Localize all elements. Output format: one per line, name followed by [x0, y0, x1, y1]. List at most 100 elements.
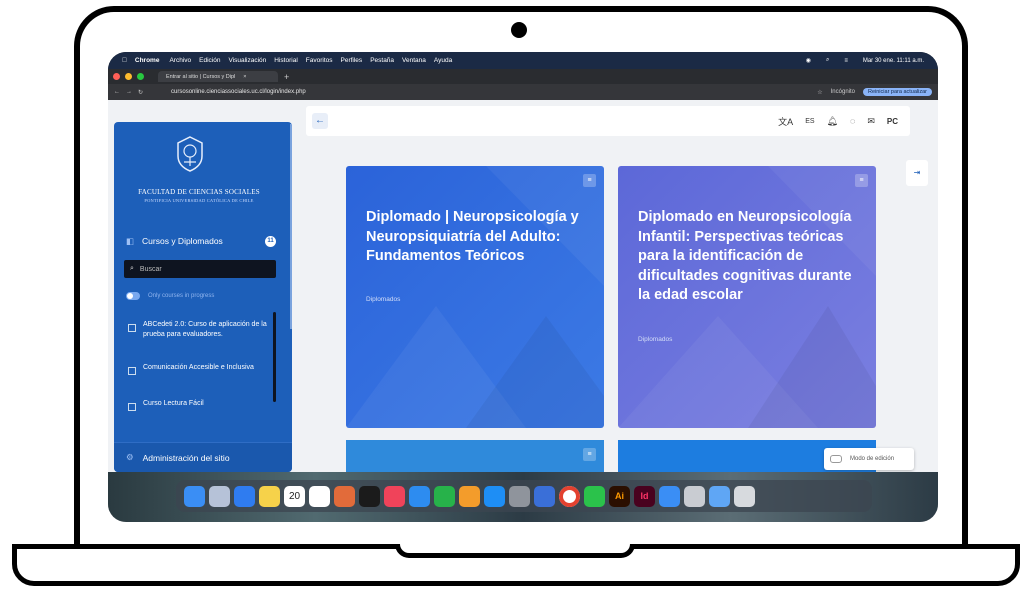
menu-visualizacion[interactable]: Visualización	[228, 57, 266, 64]
minimize-window-icon[interactable]	[125, 73, 132, 80]
toggle-label: Only courses in progress	[148, 293, 215, 299]
apple-icon[interactable]: 	[122, 57, 127, 64]
browser-toolbar: ← → ↻ cursosonline.cienciassociales.uc.c…	[108, 84, 938, 100]
mail-icon[interactable]: ✉	[867, 116, 875, 127]
browser-tab[interactable]: Entrar al sitio | Cursos y Dipl ×	[158, 71, 278, 82]
camera	[511, 22, 527, 38]
right-drawer-toggle[interactable]: ⇥	[906, 160, 928, 186]
mail-icon[interactable]	[234, 485, 255, 507]
menubar-clock[interactable]: Mar 30 ene. 11:11 a.m.	[863, 58, 924, 64]
chat-icon[interactable]: ◌	[850, 116, 855, 126]
back-icon[interactable]: ←	[114, 89, 120, 95]
card-menu-icon[interactable]: ≡	[583, 448, 596, 461]
bell-icon[interactable]: 🔔︎	[827, 116, 838, 127]
wifi-icon[interactable]: ◉	[806, 57, 811, 64]
menu-perfiles[interactable]: Perfiles	[341, 57, 363, 64]
url-field[interactable]: cursosonline.cienciassociales.uc.cl/logi…	[171, 89, 306, 95]
course-icon	[128, 403, 136, 411]
course-card[interactable]: ≡ Diplomado | Neuropsicología y Neuropsi…	[346, 166, 604, 428]
university-seal-icon	[177, 136, 203, 172]
in-progress-toggle[interactable]: Only courses in progress	[126, 290, 276, 302]
laptop-notch	[395, 544, 635, 558]
courses-section-title: Cursos y Diplomados	[142, 236, 223, 246]
course-card-title[interactable]: Diplomado en Neuropsicología Infantil: P…	[638, 208, 863, 306]
menu-ayuda[interactable]: Ayuda	[434, 57, 452, 64]
edit-mode-toggle[interactable]: Modo de edición	[824, 448, 914, 470]
collapse-sidebar-button[interactable]: ←	[312, 113, 328, 129]
appletv-icon[interactable]	[359, 485, 380, 507]
tab-title: Entrar al sitio | Cursos y Dipl	[166, 73, 236, 80]
sidebar-course-item[interactable]: Curso Lectura Fácil	[128, 399, 268, 411]
admin-label: Administración del sitio	[142, 452, 230, 463]
illustrator-icon[interactable]: Ai	[609, 485, 630, 507]
search-placeholder: Buscar	[139, 265, 162, 273]
close-window-icon[interactable]	[113, 73, 120, 80]
keynote-icon[interactable]	[409, 485, 430, 507]
course-list-scrollbar[interactable]	[273, 312, 276, 402]
new-tab-icon[interactable]: +	[284, 72, 289, 82]
menu-historial[interactable]: Historial	[274, 57, 297, 64]
close-tab-icon[interactable]: ×	[243, 74, 246, 80]
course-card-title[interactable]: Diplomado | Neuropsicología y Neuropsiqu…	[366, 208, 591, 267]
course-label: Comunicación Accesible e Inclusiva	[143, 364, 254, 371]
menu-ventana[interactable]: Ventana	[402, 57, 426, 64]
finder-icon[interactable]	[184, 485, 205, 507]
course-label: Curso Lectura Fácil	[143, 400, 204, 407]
sidebar-scrollbar[interactable]	[290, 124, 292, 329]
music-icon[interactable]	[384, 485, 405, 507]
launchpad-icon[interactable]	[209, 485, 230, 507]
zoom-window-icon[interactable]	[137, 73, 144, 80]
indesign-icon[interactable]: Id	[634, 485, 655, 507]
photos-icon[interactable]	[334, 485, 355, 507]
printer-icon[interactable]	[684, 485, 705, 507]
courses-section-header[interactable]: ◧ Cursos y Diplomados 11	[126, 234, 276, 248]
forward-icon[interactable]: →	[126, 89, 132, 95]
chrome-icon[interactable]	[559, 485, 580, 507]
screen:  Chrome Archivo Edición Visualización H…	[108, 52, 938, 522]
notes-icon[interactable]	[259, 485, 280, 507]
language-selector[interactable]: ES	[805, 118, 814, 125]
downloads-icon[interactable]	[709, 485, 730, 507]
course-card[interactable]: ≡ Diplomado en Neuropsicología Infantil:…	[618, 166, 876, 428]
course-icon	[128, 324, 136, 332]
admin-section[interactable]: ⚙ Administración del sitio	[114, 442, 292, 472]
star-icon[interactable]: ☆	[817, 89, 822, 96]
menu-pestana[interactable]: Pestaña	[370, 57, 394, 64]
search-icon[interactable]: ⌕	[826, 57, 829, 64]
top-header: ← 文A ES 🔔︎ ◌ ✉ PC	[306, 106, 910, 136]
card-menu-icon[interactable]: ≡	[855, 174, 868, 187]
appstore-icon[interactable]	[484, 485, 505, 507]
calendar-icon[interactable]: 20	[284, 485, 305, 507]
menu-favoritos[interactable]: Favoritos	[306, 57, 333, 64]
incognito-label[interactable]: Incógnito	[831, 89, 855, 95]
mac-dock: 20 Ai Id	[176, 480, 872, 512]
trash-icon[interactable]	[734, 485, 755, 507]
course-card-category: Diplomados	[366, 296, 401, 303]
reminders-icon[interactable]	[309, 485, 330, 507]
menu-archivo[interactable]: Archivo	[169, 57, 191, 64]
toggle-switch[interactable]	[126, 292, 140, 300]
page-content: FACULTAD DE CIENCIAS SOCIALES PONTIFICIA…	[108, 100, 938, 522]
menu-chrome[interactable]: Chrome	[135, 57, 160, 64]
mac-menubar:  Chrome Archivo Edición Visualización H…	[108, 52, 938, 69]
menu-edicion[interactable]: Edición	[199, 57, 220, 64]
sidebar-course-item[interactable]: Comunicación Accesible e Inclusiva	[128, 363, 268, 375]
settings-icon[interactable]	[509, 485, 530, 507]
edit-mode-switch[interactable]	[830, 455, 842, 463]
reload-icon[interactable]: ↻	[138, 89, 143, 96]
control-center-icon[interactable]: ≡	[844, 58, 848, 64]
search-input[interactable]: ⌕ Buscar	[124, 260, 276, 278]
browser-tabbar: Entrar al sitio | Cursos y Dipl × +	[108, 69, 938, 84]
translate-icon[interactable]: 文A	[778, 115, 793, 128]
search-icon: ⌕	[130, 265, 134, 272]
sidebar-course-item[interactable]: ABCedeti 2.0: Curso de aplicación de la …	[128, 320, 268, 339]
relaunch-button[interactable]: Reiniciar para actualizar	[863, 88, 932, 96]
card-menu-icon[interactable]: ≡	[583, 174, 596, 187]
numbers-icon[interactable]	[434, 485, 455, 507]
user-avatar[interactable]: PC	[887, 117, 898, 126]
notepad-icon[interactable]	[534, 485, 555, 507]
pages-icon[interactable]	[459, 485, 480, 507]
finder2-icon[interactable]	[659, 485, 680, 507]
whatsapp-icon[interactable]	[584, 485, 605, 507]
sidebar: FACULTAD DE CIENCIAS SOCIALES PONTIFICIA…	[114, 122, 292, 472]
